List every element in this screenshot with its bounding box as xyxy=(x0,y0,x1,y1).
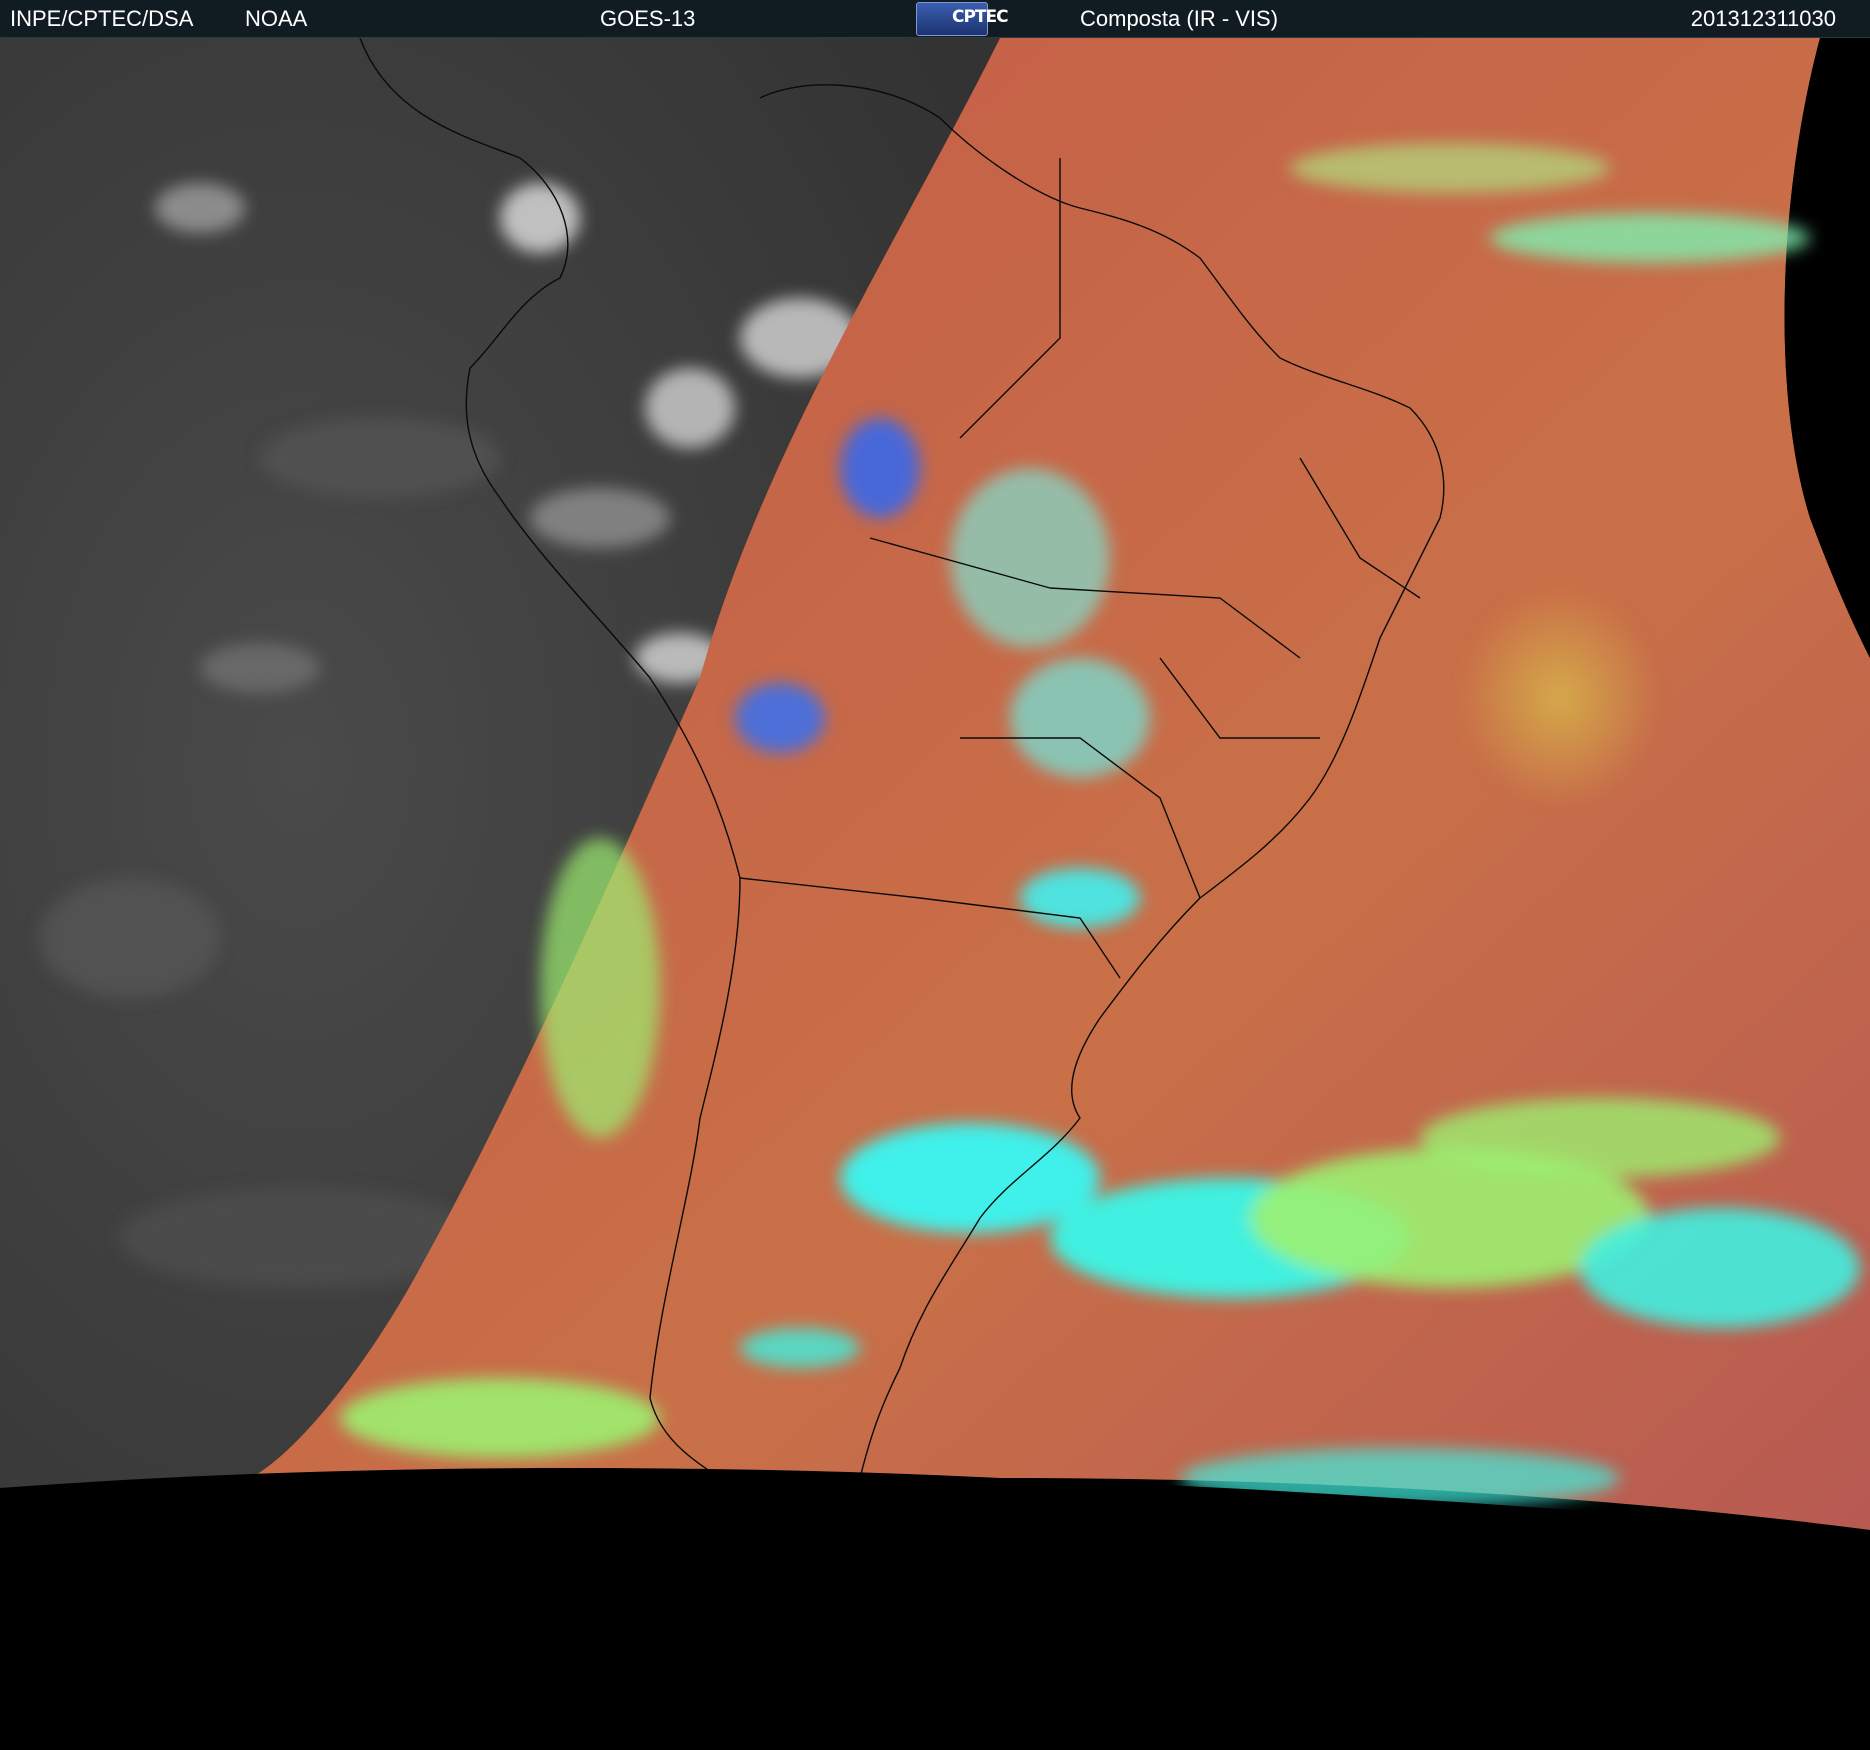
satellite-image xyxy=(0,38,1870,1750)
product-label: Composta (IR - VIS) xyxy=(1080,6,1279,31)
organization-label: INPE/CPTEC/DSA xyxy=(10,6,194,31)
logo-text: CPTEC xyxy=(952,7,1009,27)
timestamp-label: 201312311030 xyxy=(1690,6,1836,31)
agency-label: NOAA xyxy=(245,6,308,31)
satellite-label: GOES-13 xyxy=(600,6,696,31)
cptec-logo: CPTEC xyxy=(916,2,1009,36)
image-header-bar: INPE/CPTEC/DSA NOAA GOES-13 CPTEC Compos… xyxy=(0,0,1870,38)
